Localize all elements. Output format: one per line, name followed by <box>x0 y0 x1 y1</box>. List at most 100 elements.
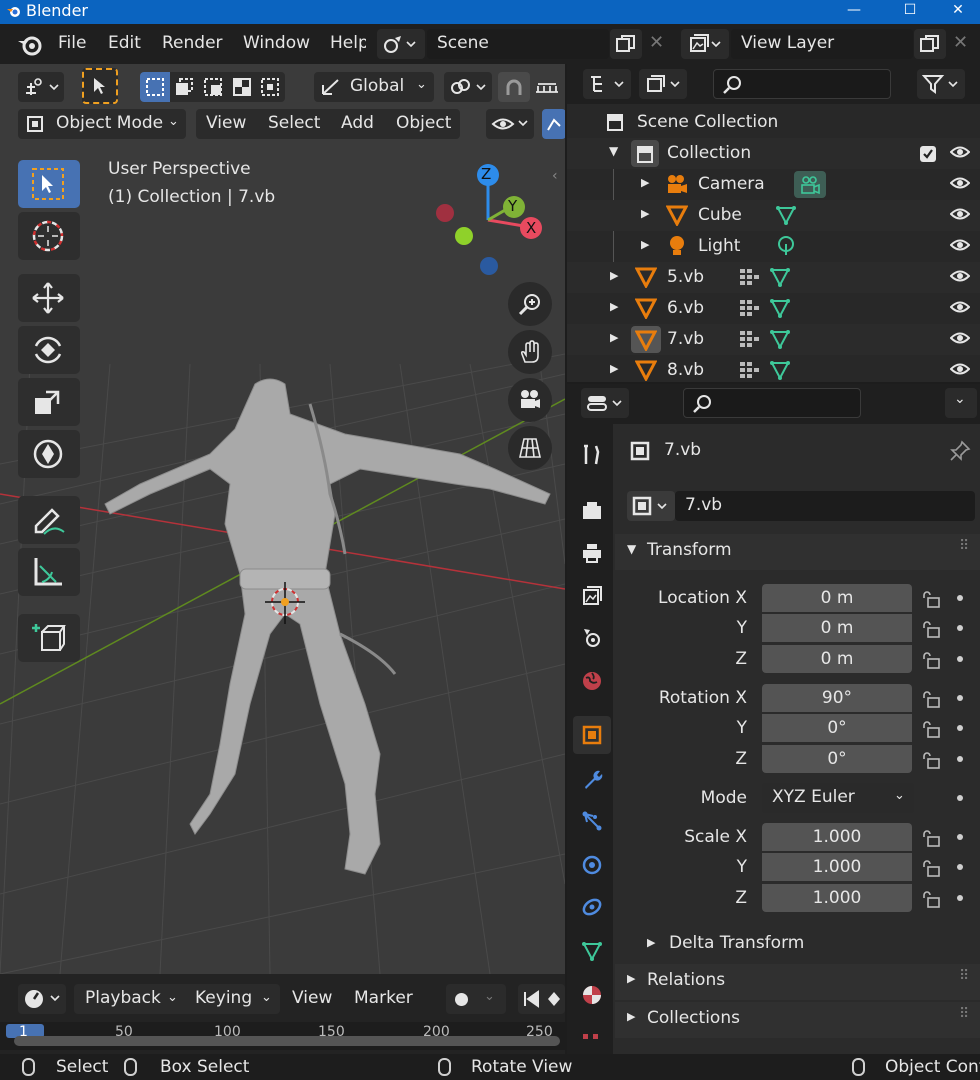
visibility-dropdown[interactable] <box>486 109 534 139</box>
eye-icon[interactable] <box>950 207 970 221</box>
add-cube-tool[interactable] <box>18 614 80 662</box>
frame-ruler[interactable]: 1 50 100 150 200 250 <box>0 1022 565 1050</box>
select-intersect-icon[interactable] <box>260 77 280 97</box>
location-y-field[interactable]: 0 m <box>762 614 912 642</box>
camera-view-button[interactable] <box>508 378 552 422</box>
scale-x-field[interactable]: 1.000 <box>762 823 912 851</box>
location-z-field[interactable]: 0 m <box>762 645 912 673</box>
blender-menu-icon[interactable] <box>16 33 44 57</box>
keyframe-dot[interactable] <box>957 695 963 701</box>
minimize-button[interactable]: — <box>832 0 876 24</box>
scene-browse-button[interactable] <box>377 29 425 59</box>
expand-right-icon[interactable]: ▶ <box>641 207 649 220</box>
menu-help[interactable]: Help <box>330 33 366 53</box>
annotate-tool[interactable] <box>18 496 80 544</box>
object-mode-dropdown[interactable]: Object Mode ⌄ <box>18 109 186 139</box>
scale-z-field[interactable]: 1.000 <box>762 884 912 912</box>
transform-panel-header[interactable]: ▼ Transform ⠿ <box>615 534 980 570</box>
outliner-row-cube[interactable]: ▶ Cube <box>567 200 980 231</box>
rotation-z-field[interactable]: 0° <box>762 745 912 773</box>
tab-data[interactable] <box>573 932 611 970</box>
mesh-data-icon[interactable] <box>769 359 791 381</box>
unlock-icon[interactable] <box>922 829 940 847</box>
filter-dropdown[interactable] <box>917 69 965 99</box>
unlock-icon[interactable] <box>922 590 940 608</box>
timeline-scrollbar[interactable] <box>14 1036 560 1046</box>
light-data-icon[interactable] <box>775 235 797 257</box>
object-browse-button[interactable] <box>627 491 675 521</box>
new-view-layer-button[interactable] <box>914 29 946 59</box>
select-subtract-icon[interactable] <box>203 77 223 97</box>
auto-keying-button[interactable]: ⌄ <box>446 984 506 1014</box>
selection-mode-buttons[interactable] <box>140 72 285 102</box>
unlock-icon[interactable] <box>922 620 940 638</box>
pan-view-button[interactable] <box>508 330 552 374</box>
mesh-data-icon[interactable] <box>769 297 791 319</box>
timeline-menu-keying[interactable]: Keying <box>195 988 252 1008</box>
expand-right-icon[interactable]: ▶ <box>610 362 618 375</box>
outliner-editor-type-dropdown[interactable] <box>583 69 631 99</box>
maximize-button[interactable]: ☐ <box>888 0 932 24</box>
select-extend-icon[interactable] <box>174 77 194 97</box>
eye-icon[interactable] <box>950 176 970 190</box>
collections-panel-header[interactable]: ▶ Collections ⠿ <box>615 1002 980 1038</box>
mesh-data-icon[interactable] <box>769 266 791 288</box>
transform-pivot-button[interactable] <box>18 72 64 102</box>
timeline-menu-marker[interactable]: Marker <box>354 988 413 1008</box>
rotate-tool[interactable] <box>18 326 80 374</box>
menu-file[interactable]: File <box>58 33 86 53</box>
exclude-checkbox[interactable] <box>920 146 936 162</box>
vertex-groups-icon[interactable] <box>738 267 760 287</box>
object-name-field[interactable]: 7.vb <box>675 491 975 521</box>
expand-right-icon[interactable]: ▶ <box>610 300 618 313</box>
delete-view-layer-icon[interactable]: ✕ <box>953 32 968 53</box>
keyframe-dot[interactable] <box>957 864 963 870</box>
vertex-groups-icon[interactable] <box>738 360 760 380</box>
properties-search-input[interactable] <box>683 388 861 418</box>
unlock-icon[interactable] <box>922 690 940 708</box>
unlock-icon[interactable] <box>922 890 940 908</box>
drag-handle-icon[interactable]: ⠿ <box>959 538 969 554</box>
zoom-view-button[interactable] <box>508 282 552 326</box>
viewport-menu-object[interactable]: Object <box>396 113 451 133</box>
rotation-x-field[interactable]: 90° <box>762 684 912 712</box>
3d-viewport[interactable]: Global ⌄ Object Mode ⌄ View Select Add O… <box>0 64 565 974</box>
move-tool[interactable] <box>18 274 80 322</box>
camera-data-icon-wrap[interactable] <box>794 171 826 198</box>
eye-icon[interactable] <box>950 331 970 345</box>
snap-toggle-button[interactable] <box>498 72 530 102</box>
outliner-search-input[interactable] <box>713 69 891 99</box>
properties-editor-type-dropdown[interactable] <box>581 388 629 418</box>
location-x-field[interactable]: 0 m <box>762 584 912 612</box>
expand-right-icon[interactable]: ▶ <box>610 331 618 344</box>
delete-scene-icon[interactable]: ✕ <box>649 32 664 53</box>
eye-icon[interactable] <box>950 362 970 376</box>
unlock-icon[interactable] <box>922 751 940 769</box>
display-mode-dropdown[interactable] <box>639 69 687 99</box>
snap-increment-icon[interactable] <box>534 76 560 98</box>
expand-right-icon[interactable]: ▶ <box>641 176 649 189</box>
viewport-menu-view[interactable]: View <box>206 113 246 133</box>
outliner-row-scene-collection[interactable]: Scene Collection <box>567 107 980 138</box>
drag-handle-icon[interactable]: ⠿ <box>959 1006 969 1022</box>
menu-window[interactable]: Window <box>243 33 310 53</box>
keyframe-dot[interactable] <box>957 795 963 801</box>
rotation-y-field[interactable]: 0° <box>762 714 912 742</box>
expand-right-icon[interactable]: ▶ <box>641 238 649 251</box>
tab-material[interactable] <box>573 976 611 1014</box>
keyframe-dot[interactable] <box>957 756 963 762</box>
keyframe-dot[interactable] <box>957 725 963 731</box>
measure-tool[interactable] <box>18 548 80 596</box>
snap-target-dropdown[interactable] <box>444 72 492 102</box>
viewport-menu-select[interactable]: Select <box>268 113 320 133</box>
close-window-button[interactable]: ✕ <box>936 0 980 24</box>
transform-orientation-dropdown[interactable]: Global ⌄ <box>314 72 434 102</box>
expand-right-icon[interactable]: ▶ <box>610 269 618 282</box>
tab-texture[interactable] <box>573 1020 611 1058</box>
selection-mode-set-button[interactable] <box>140 72 170 102</box>
relations-panel-header[interactable]: ▶ Relations ⠿ <box>615 964 980 1000</box>
scale-tool[interactable] <box>18 378 80 426</box>
tab-tool[interactable] <box>573 436 611 474</box>
new-scene-button[interactable] <box>610 29 642 59</box>
menu-render[interactable]: Render <box>162 33 223 53</box>
